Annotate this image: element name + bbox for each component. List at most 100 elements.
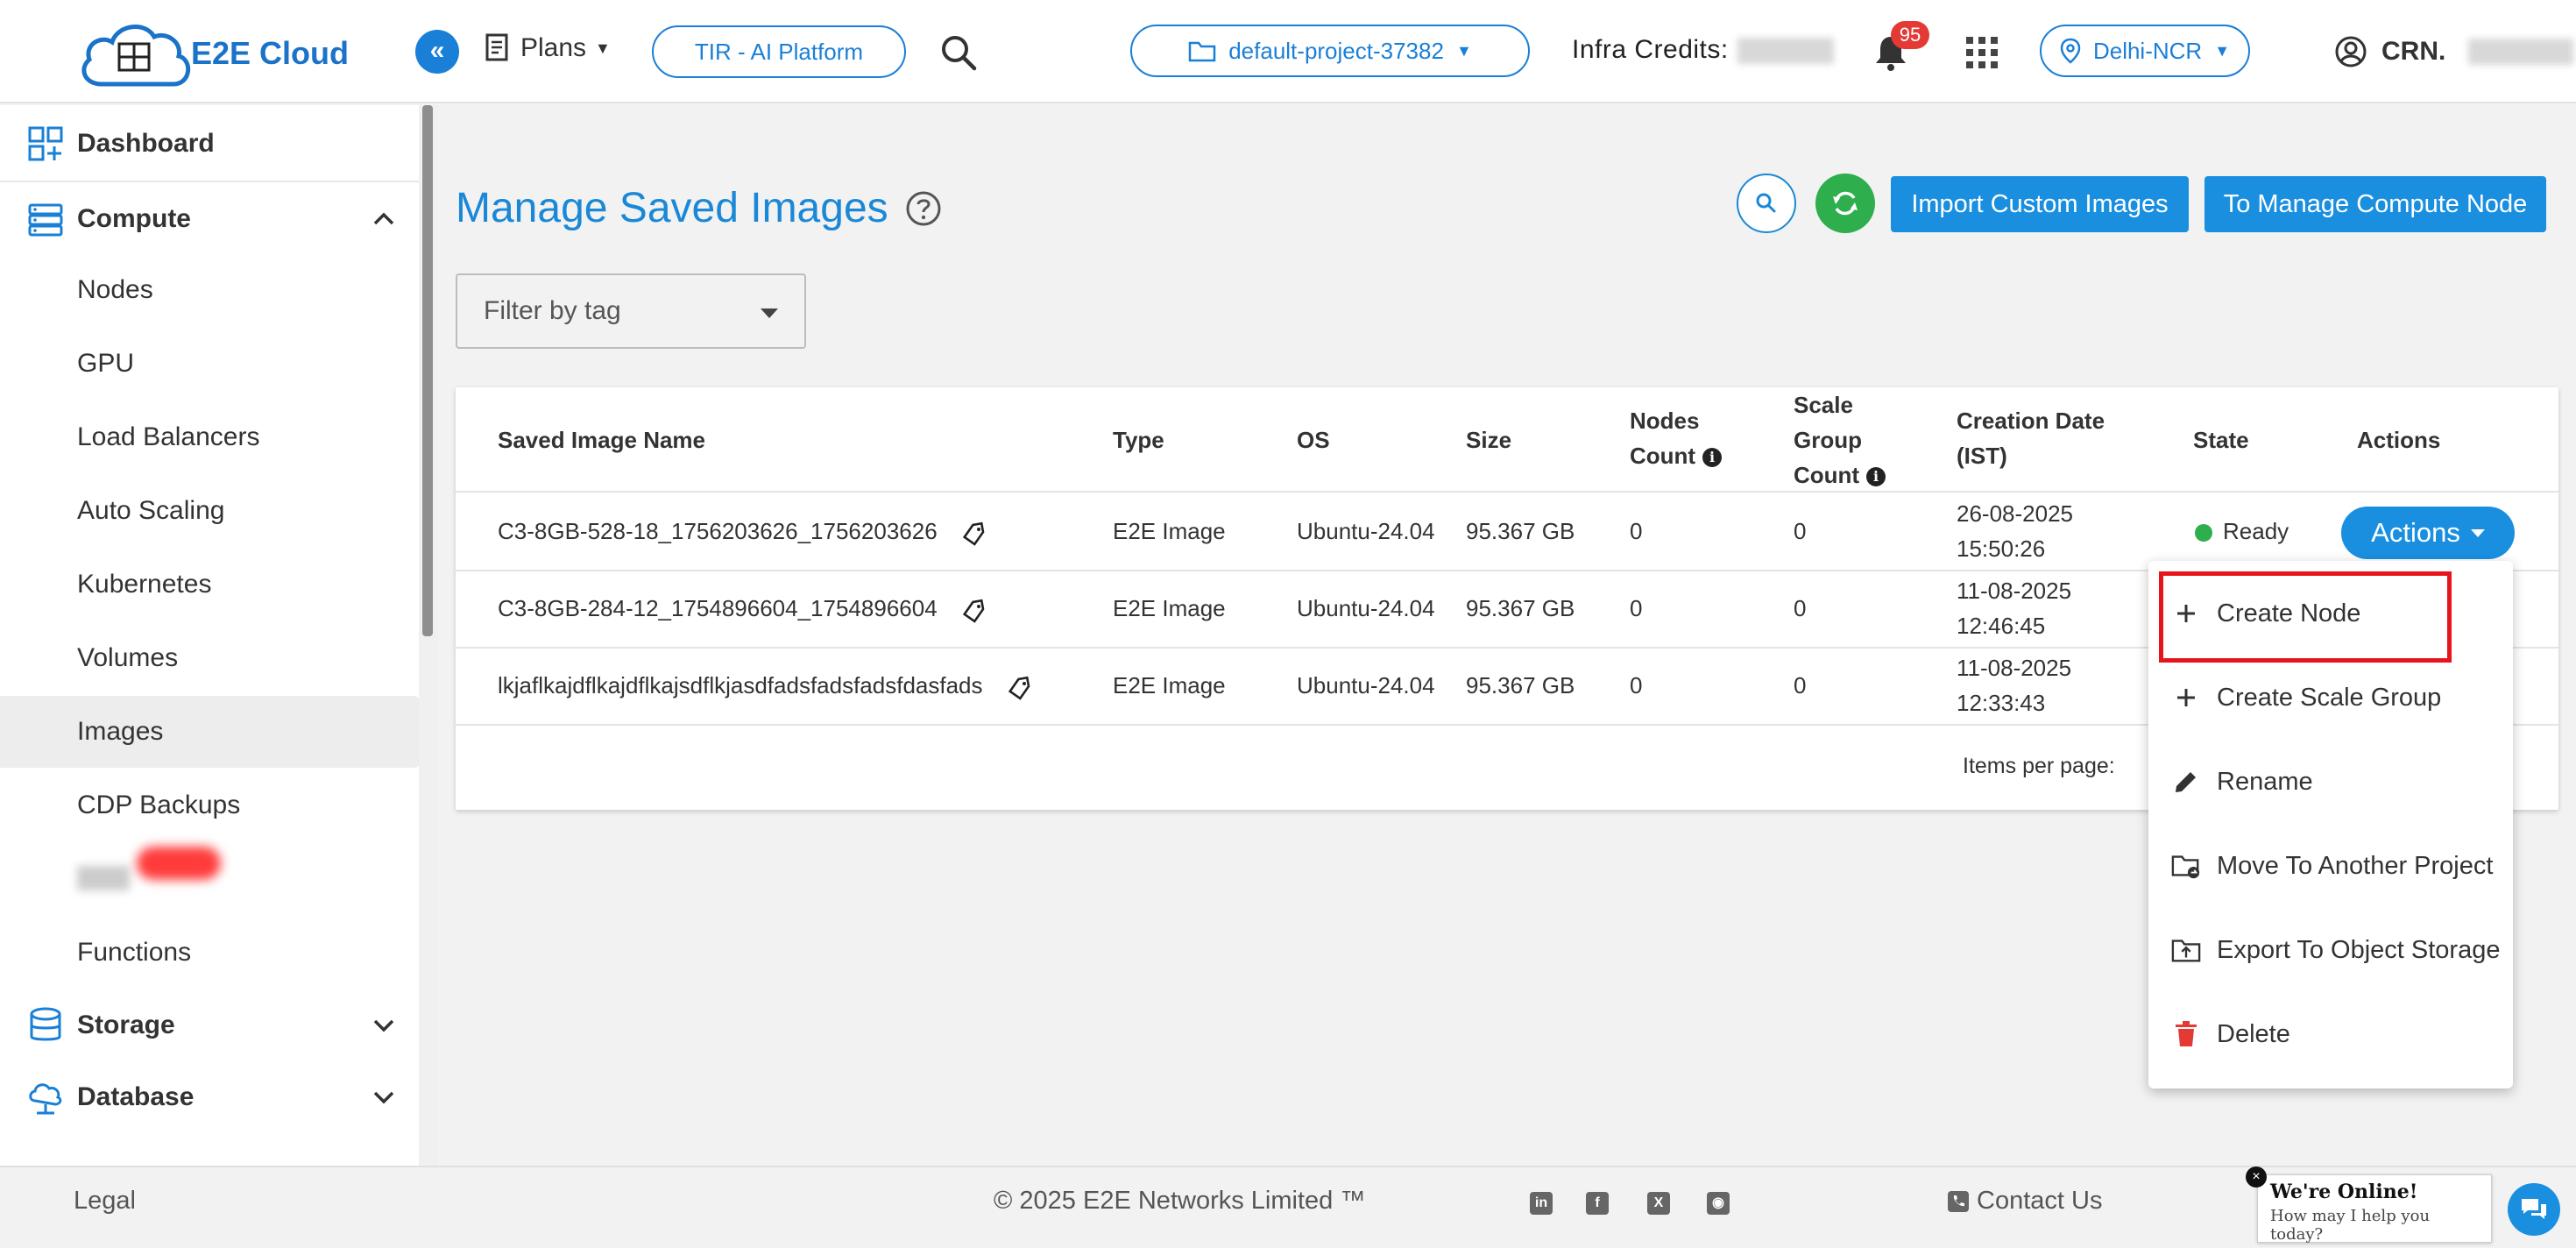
manage-compute-node-button[interactable]: To Manage Compute Node (2204, 176, 2546, 232)
crn-value-redacted (2468, 39, 2574, 65)
crn-label: CRN. (2381, 37, 2446, 66)
sidebar-item-database[interactable]: Database (0, 1060, 421, 1134)
tag-edit-icon[interactable] (960, 597, 987, 623)
menu-item-label: Rename (2217, 767, 2313, 796)
col-header-size[interactable]: Size (1466, 422, 1511, 457)
scale-group-count-cell: 0 (1794, 518, 1807, 544)
sidebar-item-nodes[interactable]: Nodes (0, 254, 421, 326)
search-icon[interactable] (938, 32, 980, 74)
infra-credits-label: Infra Credits: (1572, 35, 1729, 64)
os-cell: Ubuntu-24.04 (1297, 672, 1435, 698)
filter-by-tag-select[interactable]: Filter by tag (456, 273, 806, 349)
info-icon[interactable]: i (1866, 467, 1886, 487)
menu-item-move-project[interactable]: Move To Another Project (2148, 824, 2513, 908)
sidebar-item-gpu[interactable]: GPU (0, 328, 421, 400)
creation-date-cell: 11-08-2025 (1957, 578, 2072, 604)
caret-down-icon: ▼ (595, 39, 611, 57)
location-pin-icon (2060, 38, 2081, 64)
sidebar-item-storage[interactable]: Storage (0, 989, 421, 1062)
sidebar-item-volumes[interactable]: Volumes (0, 622, 421, 694)
page-title: Manage Saved Images (456, 184, 943, 232)
rss-icon[interactable]: ◉ (1707, 1192, 1730, 1215)
tir-platform-button[interactable]: TIR - AI Platform (652, 25, 906, 78)
close-icon[interactable]: × (2246, 1166, 2267, 1188)
actions-label: Actions (2371, 517, 2460, 548)
col-header-os[interactable]: OS (1297, 422, 1330, 457)
image-name: lkjaflkajdflkajdflkajsdflkjasdfadsfadsfa… (498, 672, 983, 698)
sidebar-item-redacted[interactable] (77, 866, 130, 890)
os-cell: Ubuntu-24.04 (1297, 518, 1435, 544)
notification-badge: 95 (1891, 21, 1929, 49)
e2e-cloud-logo[interactable] (75, 16, 198, 91)
menu-item-create-scale-group[interactable]: Create Scale Group (2148, 656, 2513, 740)
highlight-box (2159, 571, 2452, 663)
caret-down-icon: ▼ (2214, 41, 2231, 60)
chat-subtitle: How may I help you today? (2270, 1207, 2431, 1244)
project-selector[interactable]: default-project-37382 ▼ (1130, 25, 1530, 77)
phone-icon (1948, 1190, 1969, 1212)
menu-item-export-storage[interactable]: Export To Object Storage (2148, 908, 2513, 992)
x-twitter-icon[interactable]: X (1647, 1192, 1670, 1215)
col-header-scale-group-count[interactable]: Scale Group Count i (1794, 387, 1916, 493)
col-header-name[interactable]: Saved Image Name (498, 422, 705, 457)
apps-grid-icon[interactable] (1966, 37, 1998, 68)
import-custom-images-button[interactable]: Import Custom Images (1891, 176, 2189, 232)
caret-down-icon: ▼ (1455, 41, 1472, 60)
size-cell: 95.367 GB (1466, 518, 1575, 544)
menu-item-label: Delete (2217, 1019, 2290, 1048)
menu-item-rename[interactable]: Rename (2148, 740, 2513, 824)
sidebar-item-compute[interactable]: Compute (0, 182, 421, 256)
sidebar-item-load-balancers[interactable]: Load Balancers (0, 401, 421, 473)
pencil-icon (2171, 767, 2201, 797)
plans-menu[interactable]: Plans ▼ (484, 33, 611, 63)
help-icon[interactable] (904, 189, 943, 228)
database-icon (30, 1007, 61, 1041)
new-badge-redacted (137, 847, 221, 880)
nodes-count-cell: 0 (1630, 518, 1643, 544)
legal-link[interactable]: Legal (74, 1187, 136, 1216)
sidebar-item-label: Database (77, 1082, 195, 1111)
chat-widget[interactable]: We're Online! How may I help you today? (2257, 1174, 2492, 1244)
folder-icon (1188, 41, 1216, 62)
user-circle-icon (2335, 36, 2367, 67)
refresh-icon (1833, 191, 1858, 216)
project-label: default-project-37382 (1228, 37, 1444, 64)
creation-date-cell: 26-08-2025 (1957, 500, 2073, 527)
contact-us-link[interactable]: Contact Us (1947, 1187, 2102, 1216)
server-icon (28, 203, 63, 237)
sidebar-scrollbar-thumb[interactable] (422, 105, 433, 636)
creation-time-cell: 12:33:43 (1957, 690, 2046, 716)
collapse-sidebar-button[interactable]: « (415, 30, 459, 74)
col-header-nodes-count[interactable]: Nodes Count i (1630, 403, 1726, 473)
top-bar: E2E Cloud « Plans ▼ TIR - AI Platform de… (0, 0, 2576, 103)
refresh-button[interactable] (1815, 174, 1875, 233)
menu-item-label: Create Scale Group (2217, 683, 2442, 712)
search-images-button[interactable] (1737, 174, 1796, 233)
col-header-creation-date[interactable]: Creation Date (IST) (1957, 403, 2123, 473)
sidebar-item-functions[interactable]: Functions (0, 917, 421, 989)
account-menu[interactable]: CRN. (2334, 35, 2574, 68)
region-label: Delhi-NCR (2092, 37, 2203, 64)
tag-edit-icon[interactable] (960, 520, 987, 546)
sidebar-item-dashboard[interactable]: Dashboard (0, 107, 421, 181)
tag-edit-icon[interactable] (1006, 674, 1032, 700)
col-header-state[interactable]: State (2193, 422, 2249, 457)
menu-item-delete[interactable]: Delete (2148, 992, 2513, 1076)
sidebar-item-images[interactable]: Images (0, 696, 421, 768)
col-header-type[interactable]: Type (1113, 422, 1164, 457)
info-icon[interactable]: i (1702, 448, 1723, 468)
sidebar-item-cdp-backups[interactable]: CDP Backups (0, 769, 421, 841)
actions-dropdown-button[interactable]: Actions (2341, 507, 2515, 559)
facebook-icon[interactable]: f (1586, 1192, 1609, 1215)
size-cell: 95.367 GB (1466, 672, 1575, 698)
region-selector[interactable]: Delhi-NCR ▼ (2040, 25, 2250, 77)
linkedin-icon[interactable]: in (1530, 1192, 1553, 1215)
col-header-scale-group-label: Scale Group Count (1794, 392, 1862, 488)
chat-bubble-button[interactable] (2508, 1183, 2560, 1236)
plus-icon (2171, 683, 2201, 713)
sidebar-item-auto-scaling[interactable]: Auto Scaling (0, 475, 421, 547)
infra-credits: Infra Credits: (1572, 35, 1834, 65)
items-per-page-label: Items per page: (1963, 754, 2115, 778)
sidebar-item-kubernetes[interactable]: Kubernetes (0, 549, 421, 620)
type-cell: E2E Image (1113, 595, 1226, 621)
